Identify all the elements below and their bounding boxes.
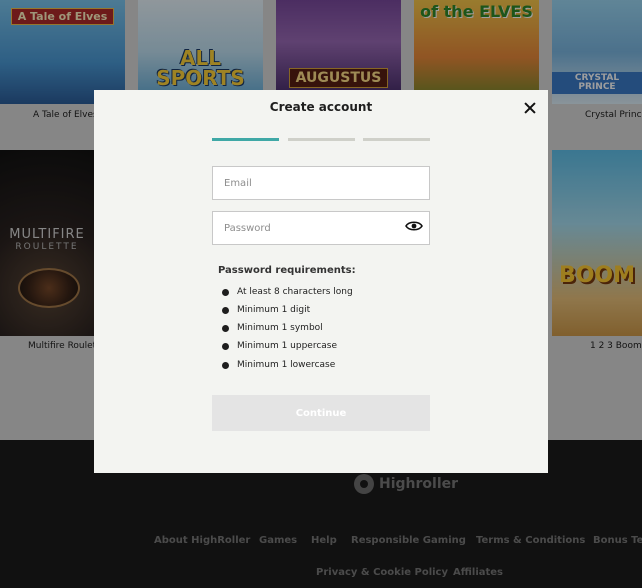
requirement-text: Minimum 1 digit (237, 305, 311, 315)
requirement-item: Minimum 1 symbol (222, 322, 323, 334)
close-icon[interactable] (522, 100, 538, 116)
bullet-icon (222, 306, 229, 314)
progress-step-1 (212, 138, 279, 141)
requirement-text: Minimum 1 symbol (237, 323, 323, 333)
password-requirements-title: Password requirements: (218, 265, 356, 276)
bullet-icon (222, 288, 229, 296)
requirement-item: Minimum 1 digit (222, 304, 310, 316)
requirement-text: At least 8 characters long (237, 287, 353, 297)
bullet-icon (222, 361, 229, 369)
requirement-item: Minimum 1 uppercase (222, 340, 337, 352)
create-account-modal: Create account Password requirements: At… (94, 90, 548, 473)
eye-icon[interactable] (405, 219, 423, 233)
requirement-item: Minimum 1 lowercase (222, 359, 335, 371)
continue-button[interactable]: Continue (212, 395, 430, 431)
password-field (212, 211, 430, 245)
requirement-text: Minimum 1 uppercase (237, 341, 338, 351)
progress-step-2 (288, 138, 355, 141)
password-input[interactable] (213, 212, 429, 244)
email-input[interactable] (213, 167, 429, 199)
bullet-icon (222, 324, 229, 332)
progress-step-3 (363, 138, 430, 141)
modal-title: Create account (269, 100, 373, 114)
requirement-text: Minimum 1 lowercase (237, 360, 336, 370)
bullet-icon (222, 342, 229, 350)
requirement-item: At least 8 characters long (222, 286, 353, 298)
email-field (212, 166, 430, 200)
